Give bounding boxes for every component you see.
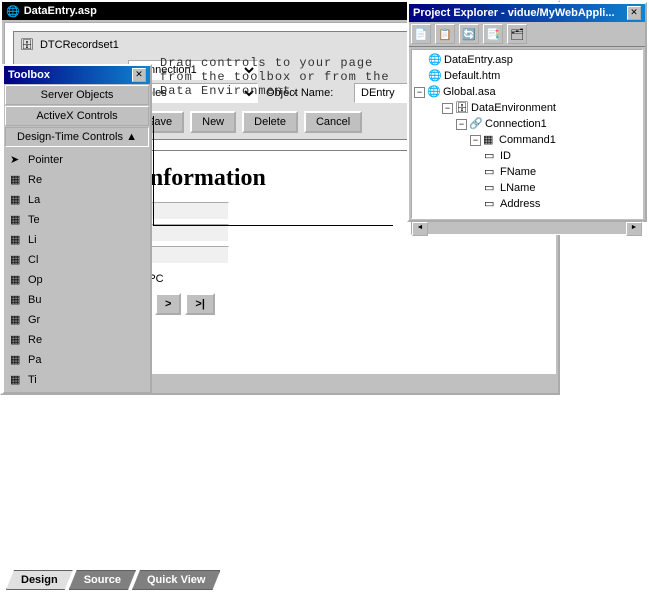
tool-item[interactable]: ▦Te (6, 210, 148, 230)
project-explorer-titlebar[interactable]: Project Explorer - vidue/MyWebAppli... ✕ (409, 4, 645, 22)
field-icon: ▭ (484, 149, 498, 163)
view-tabs: Design Source Quick View (6, 570, 216, 590)
window-icon: 🌐 (6, 5, 20, 18)
tool-pointer[interactable]: ➤Pointer (6, 150, 148, 170)
control-icon: ▦ (10, 213, 24, 227)
control-icon: ▦ (10, 173, 24, 187)
database-icon: 🗄 (455, 101, 469, 115)
tool-item[interactable]: ▦La (6, 190, 148, 210)
tree-item-global[interactable]: −🌐Global.asa (414, 84, 640, 100)
tool-item[interactable]: ▦Li (6, 230, 148, 250)
tool-item[interactable]: ▦Op (6, 270, 148, 290)
nav-next-button[interactable]: > (155, 293, 181, 315)
tool-item[interactable]: ▦Gr (6, 310, 148, 330)
field-icon: ▭ (484, 197, 498, 211)
tool-item[interactable]: ▦Re (6, 330, 148, 350)
toolbox-section-design-time-controls[interactable]: Design-Time Controls ▲ (5, 127, 149, 147)
tree-item-connection[interactable]: −🔗Connection1 (414, 116, 640, 132)
control-icon: ▦ (10, 353, 24, 367)
tab-source[interactable]: Source (69, 570, 136, 590)
tool-item[interactable]: ▦Cl (6, 250, 148, 270)
asa-icon: 🌐 (427, 85, 441, 99)
close-icon[interactable]: ✕ (627, 6, 641, 20)
chevron-up-icon: ▲ (126, 131, 137, 143)
horizontal-scrollbar[interactable] (411, 221, 643, 235)
tree-item-field[interactable]: ▭FName (414, 164, 640, 180)
control-icon: ▦ (10, 253, 24, 267)
new-button[interactable]: New (190, 111, 236, 133)
control-icon: ▦ (10, 313, 24, 327)
toolbox-section-activex-controls[interactable]: ActiveX Controls (5, 106, 149, 126)
toolbox-titlebar[interactable]: Toolbox ✕ (4, 66, 150, 84)
htm-icon: 🌐 (428, 69, 442, 83)
tool-item[interactable]: ▦Bu (6, 290, 148, 310)
field-icon: ▭ (484, 165, 498, 179)
annotation-text: Drag controls to your page from the tool… (160, 56, 390, 98)
toolbar-button[interactable]: 🗂 (507, 24, 527, 44)
pointer-icon: ➤ (10, 153, 24, 167)
control-icon: ▦ (10, 333, 24, 347)
project-explorer-title: Project Explorer - vidue/MyWebAppli... (413, 7, 627, 19)
collapse-icon[interactable]: − (456, 119, 467, 130)
recordset-icon: 🗄 (20, 38, 34, 51)
tool-item[interactable]: ▦Ti (6, 370, 148, 390)
toolbar-button[interactable]: 🔄 (459, 24, 479, 44)
collapse-icon[interactable]: − (442, 103, 453, 114)
tab-design[interactable]: Design (6, 570, 73, 590)
project-explorer-window: Project Explorer - vidue/MyWebAppli... ✕… (407, 2, 647, 222)
collapse-icon[interactable]: − (470, 135, 481, 146)
tree-item-command[interactable]: −▦Command1 (414, 132, 640, 148)
tree-item-field[interactable]: ▭LName (414, 180, 640, 196)
nav-last-button[interactable]: >| (185, 293, 215, 315)
tool-list: ➤Pointer ▦Re ▦La ▦Te ▦Li ▦Cl ▦Op ▦Bu ▦Gr… (4, 148, 150, 392)
control-icon: ▦ (10, 373, 24, 387)
toolbox-title: Toolbox (8, 69, 132, 81)
tool-item[interactable]: ▦Pa (6, 350, 148, 370)
toolbar-button[interactable]: 📄 (411, 24, 431, 44)
toolbar-button[interactable]: 📋 (435, 24, 455, 44)
control-icon: ▦ (10, 273, 24, 287)
tree-item-dataenv[interactable]: −🗄DataEnvironment (414, 100, 640, 116)
control-icon: ▦ (10, 193, 24, 207)
field-icon: ▭ (484, 181, 498, 195)
control-icon: ▦ (10, 233, 24, 247)
asp-icon: 🌐 (428, 53, 442, 67)
recordset-name: DTCRecordset1 (40, 39, 119, 51)
toolbox-section-server-objects[interactable]: Server Objects (5, 85, 149, 105)
close-icon[interactable]: ✕ (132, 68, 146, 82)
project-explorer-toolbar: 📄 📋 🔄 📑 🗂 (409, 22, 645, 47)
toolbox-window: Toolbox ✕ Server Objects ActiveX Control… (2, 64, 152, 394)
tree-item-field[interactable]: ▭Address (414, 196, 640, 212)
tree-item-field[interactable]: ▭ID (414, 148, 640, 164)
delete-button[interactable]: Delete (242, 111, 298, 133)
toolbar-button[interactable]: 📑 (483, 24, 503, 44)
collapse-icon[interactable]: − (414, 87, 425, 98)
connection-icon: 🔗 (469, 117, 483, 131)
control-icon: ▦ (10, 293, 24, 307)
tab-quick-view[interactable]: Quick View (132, 570, 221, 590)
tree-item-default[interactable]: 🌐Default.htm (414, 68, 640, 84)
project-tree[interactable]: 🌐DataEntry.asp 🌐Default.htm −🌐Global.asa… (411, 49, 643, 219)
cancel-button[interactable]: Cancel (304, 111, 362, 133)
tool-item[interactable]: ▦Re (6, 170, 148, 190)
table-icon: ▦ (483, 133, 497, 147)
tree-item-dataentry[interactable]: 🌐DataEntry.asp (414, 52, 640, 68)
